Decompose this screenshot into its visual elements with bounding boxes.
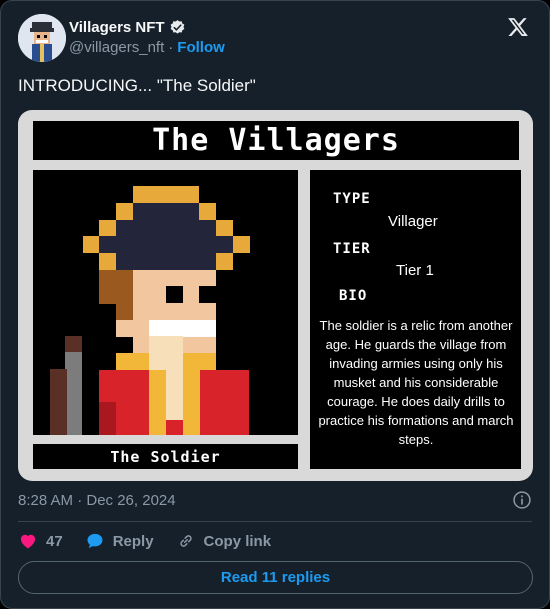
avatar-pixel-art [18,14,66,62]
type-value: Villager [388,213,438,230]
read-replies-label: Read 11 replies [220,569,331,586]
verified-badge-icon [170,19,184,34]
reply-button[interactable]: Reply [85,531,154,551]
card-title: The Villagers [33,121,519,160]
account-names: Villagers NFT @villagers_nft · Follow [69,17,225,57]
tier-value: Tier 1 [396,262,434,279]
card-title-text: The Villagers [152,123,400,158]
divider [18,521,532,522]
like-count: 47 [46,532,63,550]
x-logo-icon[interactable] [507,16,529,38]
link-icon [179,535,192,547]
heart-icon [20,534,36,549]
separator-dot: · [168,39,174,56]
soldier-portrait [33,170,298,435]
reply-bubble-icon [87,533,103,549]
info-panel: TYPE Villager TIER Tier 1 BIO The soldie… [310,170,521,469]
tweet-media-image[interactable]: The Villagers The Soldier TYPE Villager … [18,110,533,481]
copy-link-label: Copy link [203,532,272,550]
bio-label: BIO [339,288,368,304]
follow-button[interactable]: Follow [177,39,225,56]
handle[interactable]: @villagers_nft [69,39,164,56]
display-name[interactable]: Villagers NFT [69,19,165,36]
tweet-header: Villagers NFT @villagers_nft · Follow [18,14,533,62]
reply-label: Reply [112,532,154,550]
type-label: TYPE [333,191,371,207]
action-bar: 47 Reply Copy link [18,529,293,553]
copy-link-button[interactable]: Copy link [176,531,272,551]
like-button[interactable]: 47 [18,531,63,551]
info-icon[interactable] [512,490,532,510]
bio-text: The soldier is a relic from another age.… [318,318,514,447]
handle-row: @villagers_nft · Follow [69,39,225,56]
soldier-pixel-art [33,170,298,435]
read-replies-button[interactable]: Read 11 replies [18,561,533,594]
name-plate: The Soldier [33,444,298,469]
tier-label: TIER [333,241,371,257]
tweet-text: INTRODUCING... "The Soldier" [18,76,256,95]
name-plate-text: The Soldier [110,447,221,466]
display-name-row[interactable]: Villagers NFT [69,17,225,37]
tweet-timestamp[interactable]: 8:28 AM · Dec 26, 2024 [18,492,176,509]
avatar[interactable] [18,14,66,62]
tweet-card: Villagers NFT @villagers_nft · Follow IN… [0,0,550,609]
